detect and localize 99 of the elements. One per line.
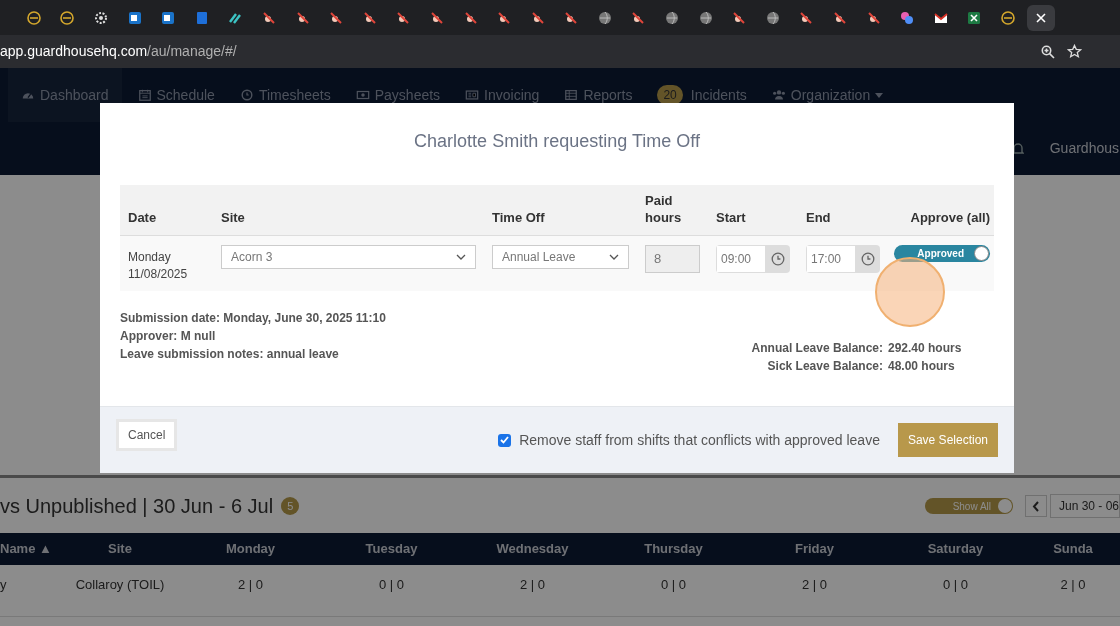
nav-label: Schedule xyxy=(156,85,215,105)
nav-tab[interactable]: Organization xyxy=(760,68,895,122)
table-cell-text: 0 | 0 xyxy=(659,576,688,594)
column-header: Site xyxy=(107,540,133,559)
clock-icon xyxy=(771,252,785,266)
modal-title: Charlotte Smith requesting Time Off xyxy=(413,130,701,153)
balance-value: 292.40 hours xyxy=(888,340,963,357)
slash-icon[interactable] xyxy=(361,9,378,26)
chevron-left-icon xyxy=(1032,500,1040,512)
table-cell-text: 2 | 0 xyxy=(800,576,829,594)
nav-label: Organization xyxy=(790,85,871,105)
zoom-icon[interactable] xyxy=(1041,44,1055,59)
column-header: Name ▲ xyxy=(0,540,53,559)
checkbox-label: Remove staff from shifts that conflicts with approved leave xyxy=(519,430,880,450)
balance-label: Sick Leave Balance: xyxy=(766,358,883,375)
circle-minus-icon[interactable] xyxy=(59,9,76,26)
previous-button[interactable] xyxy=(1025,495,1047,517)
globe-icon[interactable] xyxy=(764,9,781,26)
cancel-button[interactable]: Cancel xyxy=(116,419,178,451)
nav-label: Reports xyxy=(583,85,633,105)
slash-icon[interactable] xyxy=(462,9,479,26)
users-icon xyxy=(771,88,786,102)
column-header: Start xyxy=(715,209,747,226)
show-all-toggle[interactable]: Show All xyxy=(925,498,1013,514)
checkbox[interactable] xyxy=(498,433,512,447)
star-icon[interactable] xyxy=(1067,44,1082,59)
table-icon xyxy=(564,88,579,102)
slash-icon[interactable] xyxy=(865,9,882,26)
column-header: Site xyxy=(220,209,246,226)
dropdown[interactable]: Acorn 3 xyxy=(221,245,476,269)
schedule-heading: vs Unpublished | 30 Jun - 6 Jul xyxy=(0,494,274,519)
close-icon xyxy=(1035,12,1046,23)
info-line: Leave submission notes: annual leave xyxy=(120,347,340,362)
table-cell-text: Collaroy (TOIL) xyxy=(74,576,166,594)
column-header: Saturday xyxy=(926,540,985,559)
dropdown[interactable]: Annual Leave xyxy=(492,245,629,269)
table-cell-text: 2 | 0 xyxy=(518,576,547,594)
nav-tab[interactable]: Paysheets xyxy=(344,68,452,122)
globe-icon[interactable] xyxy=(697,9,714,26)
column-header: Paid hours xyxy=(644,192,683,226)
table-cell-text: 0 | 0 xyxy=(941,576,970,594)
column-header: Wednesday xyxy=(495,540,570,559)
globe-icon[interactable] xyxy=(596,9,613,26)
date-cell-text: Monday 11/08/2025 xyxy=(127,249,189,283)
calendar-icon xyxy=(137,88,152,102)
nav-tab[interactable]: Timesheets xyxy=(228,68,342,122)
column-header: End xyxy=(805,209,832,226)
circle-minus-icon[interactable] xyxy=(25,9,42,26)
caret-icon xyxy=(875,92,884,98)
nav-label: Paysheets xyxy=(374,85,441,105)
paid-hours-field: 8 xyxy=(645,245,700,273)
column-header: Monday xyxy=(224,540,277,559)
info-line: Approver: M null xyxy=(120,329,217,344)
circle-minus-icon[interactable] xyxy=(1000,9,1016,26)
nav-tab[interactable]: Schedule xyxy=(126,68,226,122)
nav-label: Timesheets xyxy=(258,85,331,105)
balance-value: 48.00 hours xyxy=(888,358,956,375)
bell-icon[interactable] xyxy=(1011,141,1024,156)
column-header: Time Off xyxy=(491,209,546,226)
clock-icon xyxy=(861,252,875,266)
nav-label: Invoicing xyxy=(484,85,540,105)
column-header: Approve (all) xyxy=(909,209,991,226)
column-header: Sunda xyxy=(1052,540,1094,559)
column-header: Friday xyxy=(794,540,835,559)
nav-label: Incidents xyxy=(690,85,747,105)
column-header: Thursday xyxy=(643,540,704,559)
slash-icon[interactable] xyxy=(260,9,277,26)
address-bar[interactable]: app.guardhousehq.com/au/manage/#/ xyxy=(0,36,1120,67)
table-cell-text: y xyxy=(0,576,8,594)
save-button[interactable]: Save Selection xyxy=(897,423,998,457)
chevron-down-icon xyxy=(609,254,619,260)
info-line: Submission date: Monday, June 30, 2025 11:10 xyxy=(120,311,387,326)
slash-icon[interactable] xyxy=(529,9,546,26)
date-range-button[interactable]: Jun 30 - 06 xyxy=(1050,494,1120,518)
nav-label: Dashboard xyxy=(40,85,109,105)
balance-label: Annual Leave Balance: xyxy=(751,340,883,357)
count-badge: 20 xyxy=(657,85,683,105)
slash-icon[interactable] xyxy=(428,9,445,26)
nav-tab[interactable]: Dashboard xyxy=(8,68,122,122)
approval-toggle[interactable]: Approved xyxy=(894,245,990,262)
column-header: Tuesday xyxy=(364,540,419,559)
card-icon xyxy=(465,88,480,102)
spreadsheet-icon[interactable] xyxy=(966,9,983,26)
column-header: Date xyxy=(127,209,158,226)
banknote-icon xyxy=(355,88,370,102)
table-cell-text: 2 | 0 xyxy=(1059,576,1087,594)
globe-icon[interactable] xyxy=(664,9,681,26)
slash-icon[interactable] xyxy=(294,9,311,26)
count-badge: 5 xyxy=(281,496,300,516)
account-name[interactable]: Guardhous xyxy=(1049,138,1120,159)
flower-icon[interactable] xyxy=(899,9,916,26)
chevron-down-icon xyxy=(456,254,466,260)
clock-icon xyxy=(239,88,254,102)
close-tab-button[interactable] xyxy=(1026,4,1055,31)
gear-icon[interactable] xyxy=(93,9,109,26)
table-cell-text: 2 | 0 xyxy=(236,576,265,594)
table-cell-text: 0 | 0 xyxy=(377,576,406,594)
nav-tab[interactable]: Invoicing xyxy=(454,68,551,122)
nav-tab[interactable]: Reports xyxy=(553,68,644,122)
